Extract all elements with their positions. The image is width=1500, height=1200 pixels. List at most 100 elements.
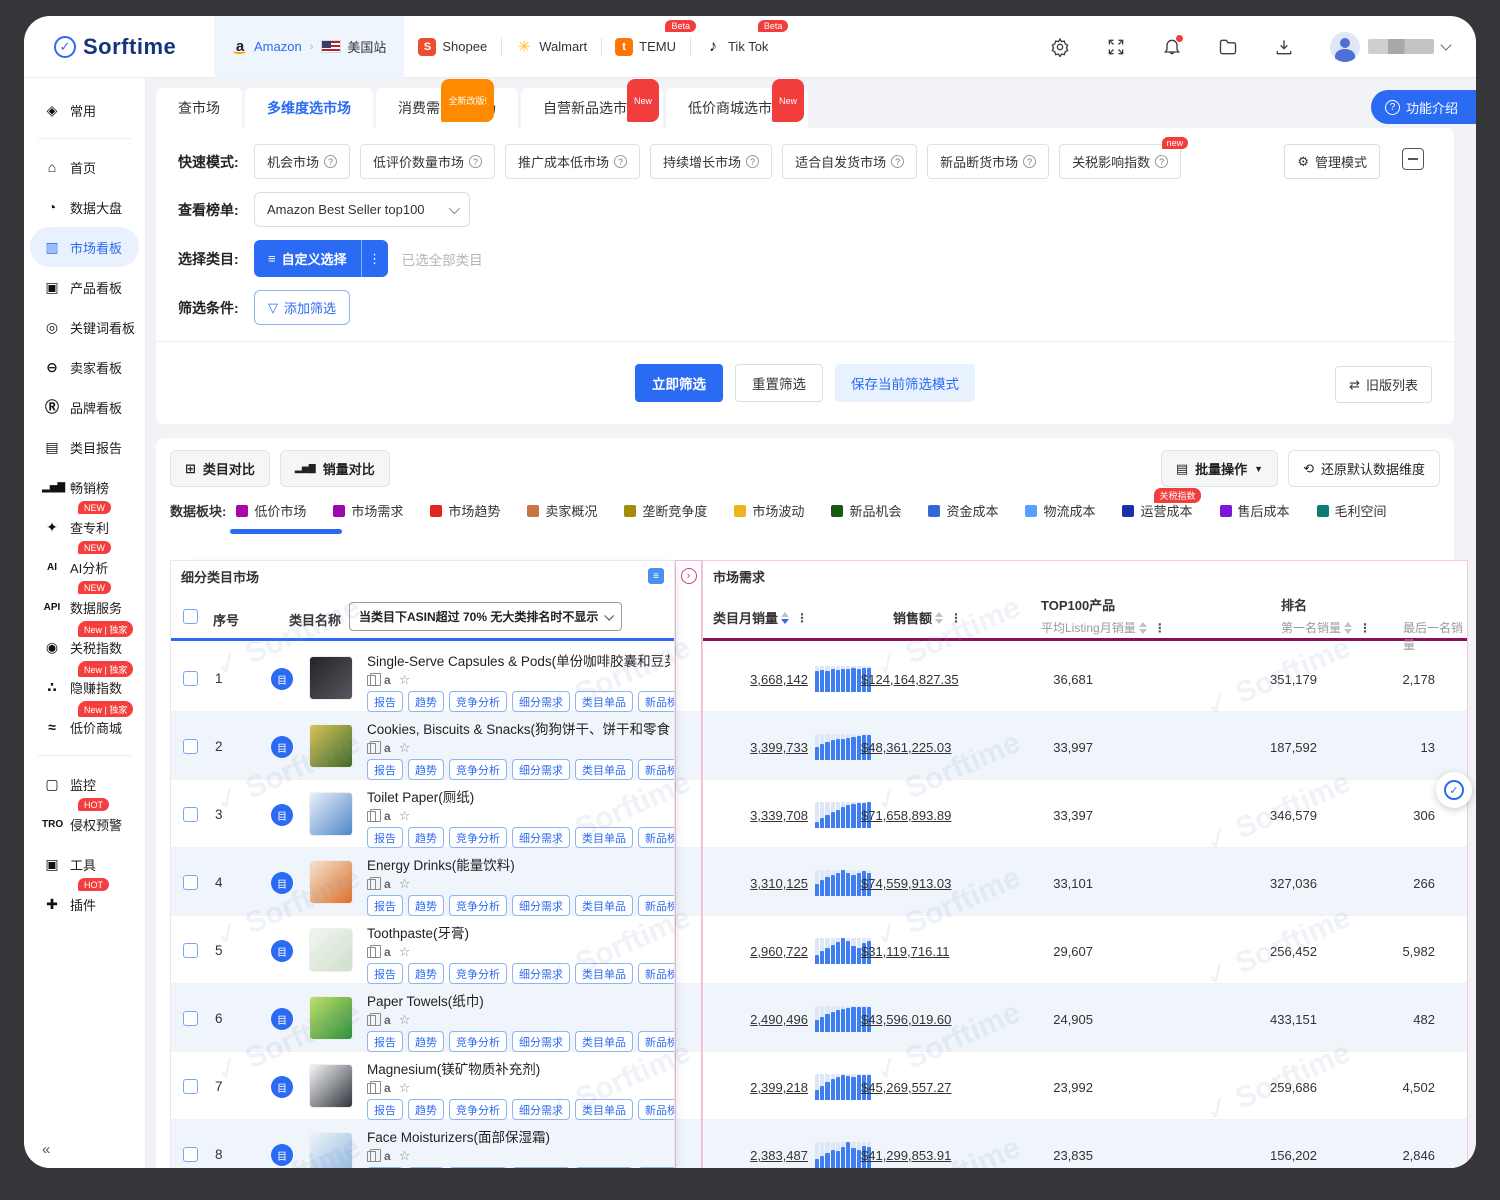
action-chip[interactable]: 竞争分析 (449, 827, 507, 848)
row-checkbox[interactable] (183, 807, 198, 822)
action-chip[interactable]: 竞争分析 (449, 1031, 507, 1052)
tab-multi-dim[interactable]: 多维度选市场 (245, 88, 373, 128)
monthly-sales-link[interactable]: 2,399,218 (703, 1080, 808, 1095)
monthly-sales-link[interactable]: 3,310,125 (703, 876, 808, 891)
action-chip[interactable]: 趋势 (408, 691, 444, 712)
copy-icon[interactable] (367, 879, 376, 890)
favorite-star-icon[interactable]: ☆ (399, 1080, 411, 1096)
favorite-star-icon[interactable]: ☆ (399, 1012, 411, 1028)
revenue-link[interactable]: $71,658,893.89 (861, 808, 951, 823)
sidebar-item-market-board[interactable]: ▥市场看板 (30, 227, 139, 267)
feature-intro-button[interactable]: ? 功能介绍 (1371, 90, 1476, 124)
sidebar-item-category-report[interactable]: ▤类目报告 (24, 427, 145, 467)
row-checkbox[interactable] (183, 739, 198, 754)
monthly-sales-link[interactable]: 3,399,733 (703, 740, 808, 755)
marketplace-shopee[interactable]: SShopee (404, 16, 501, 78)
collapse-sidebar-button[interactable]: « (42, 1141, 50, 1158)
action-chip[interactable]: 细分需求 (512, 963, 570, 984)
more-options-icon[interactable]: ⋮ (362, 240, 388, 277)
tab-consumer-demand[interactable]: 消费需求选市场全新改版! (376, 88, 518, 128)
notification-icon[interactable] (1162, 37, 1182, 57)
reset-filter-button[interactable]: 重置筛选 (735, 364, 823, 402)
copy-icon[interactable] (367, 1151, 376, 1162)
action-chip[interactable]: 趋势 (408, 895, 444, 916)
quick-mode-chip[interactable]: 关税影响指数?new (1059, 144, 1181, 179)
quick-mode-chip[interactable]: 适合自发货市场? (782, 144, 917, 179)
action-chip[interactable]: 新品榜 (638, 895, 674, 916)
action-chip[interactable]: 新品榜 (638, 759, 674, 780)
column-menu-icon[interactable]: ⋮ (1154, 621, 1166, 635)
name-filter-dropdown[interactable]: 当类目下ASIN超过 70% 无大类排名时不显示 (349, 602, 622, 631)
action-chip[interactable]: 细分需求 (512, 1167, 570, 1168)
sorftime-assistant-button[interactable]: ✓ (1436, 772, 1472, 808)
action-chip[interactable]: 新品榜 (638, 1167, 674, 1168)
avg-listing-header[interactable]: 平均Listing月销量 ⋮ (1041, 619, 1166, 636)
action-chip[interactable]: 类目单品 (575, 1099, 633, 1120)
horizontal-scrollbar[interactable] (170, 529, 1440, 534)
report-circle-icon[interactable]: 目 (271, 668, 293, 690)
favorite-star-icon[interactable]: ☆ (399, 876, 411, 892)
action-chip[interactable]: 竞争分析 (449, 691, 507, 712)
report-circle-icon[interactable]: 目 (271, 736, 293, 758)
action-chip[interactable]: 类目单品 (575, 963, 633, 984)
monthly-sales-header[interactable]: 类目月销量 ⋮ (713, 608, 808, 627)
quick-mode-chip[interactable]: 持续增长市场? (650, 144, 772, 179)
save-filter-mode-button[interactable]: 保存当前筛选模式 (835, 364, 975, 402)
row-checkbox[interactable] (183, 1079, 198, 1094)
select-all-checkbox[interactable] (183, 609, 198, 624)
action-chip[interactable]: 报告 (367, 759, 403, 780)
tab-low-price-select[interactable]: 低价商城选市场New (666, 88, 808, 128)
sidebar-item-product-board[interactable]: ▣产品看板 (24, 267, 145, 307)
column-menu-icon[interactable]: ⋮ (950, 611, 962, 625)
row-checkbox[interactable] (183, 671, 198, 686)
action-chip[interactable]: 竞争分析 (449, 1167, 507, 1168)
monthly-sales-link[interactable]: 3,668,142 (703, 672, 808, 687)
amazon-link-icon[interactable]: a (384, 1081, 391, 1095)
action-chip[interactable]: 细分需求 (512, 759, 570, 780)
action-chip[interactable]: 类目单品 (575, 895, 633, 916)
revenue-link[interactable]: $48,361,225.03 (861, 740, 951, 755)
action-chip[interactable]: 类目单品 (575, 1031, 633, 1052)
tab-check-market[interactable]: 查市场 (156, 88, 242, 128)
custom-category-button[interactable]: ≡自定义选择 ⋮ (254, 240, 388, 277)
action-chip[interactable]: 趋势 (408, 963, 444, 984)
sidebar-item-seller-board[interactable]: ⊖卖家看板 (24, 347, 145, 387)
amazon-link-icon[interactable]: a (384, 1149, 391, 1163)
action-chip[interactable]: 细分需求 (512, 1099, 570, 1120)
favorite-star-icon[interactable]: ☆ (399, 740, 411, 756)
restore-default-button[interactable]: ⟲ 还原默认数据维度 (1288, 450, 1440, 487)
revenue-link[interactable]: $124,164,827.35 (861, 672, 959, 687)
settings-icon[interactable] (1050, 37, 1070, 57)
action-chip[interactable]: 细分需求 (512, 1031, 570, 1052)
monthly-sales-link[interactable]: 2,960,722 (703, 944, 808, 959)
action-chip[interactable]: 报告 (367, 827, 403, 848)
row-checkbox[interactable] (183, 943, 198, 958)
action-chip[interactable]: 报告 (367, 691, 403, 712)
rank-select[interactable]: Amazon Best Seller top100 (254, 192, 470, 227)
sidebar-item-home[interactable]: ⌂首页 (24, 147, 145, 187)
sidebar-item-tro-warning[interactable]: TRO侵权预警HOT (24, 804, 145, 844)
action-chip[interactable]: 报告 (367, 895, 403, 916)
copy-icon[interactable] (367, 811, 376, 822)
action-chip[interactable]: 类目单品 (575, 1167, 633, 1168)
folder-icon[interactable] (1218, 37, 1238, 57)
amazon-link-icon[interactable]: a (384, 877, 391, 891)
copy-icon[interactable] (367, 1083, 376, 1094)
sidebar-item-keyword-board[interactable]: ◎关键词看板 (24, 307, 145, 347)
monthly-sales-link[interactable]: 2,490,496 (703, 1012, 808, 1027)
first-sales-header[interactable]: 第一名销量 ⋮ (1281, 619, 1371, 636)
action-chip[interactable]: 细分需求 (512, 827, 570, 848)
quick-mode-chip[interactable]: 推广成本低市场? (505, 144, 640, 179)
marketplace-walmart[interactable]: ✳Walmart (501, 16, 601, 78)
favorite-star-icon[interactable]: ☆ (399, 944, 411, 960)
action-chip[interactable]: 趋势 (408, 827, 444, 848)
action-chip[interactable]: 类目单品 (575, 691, 633, 712)
tab-self-new-product[interactable]: 自营新品选市场New (521, 88, 663, 128)
action-chip[interactable]: 竞争分析 (449, 895, 507, 916)
add-filter-button[interactable]: ▽ 添加筛选 (254, 290, 350, 325)
amazon-link-icon[interactable]: a (384, 945, 391, 959)
revenue-link[interactable]: $74,559,913.03 (861, 876, 951, 891)
report-circle-icon[interactable]: 目 (271, 804, 293, 826)
row-checkbox[interactable] (183, 875, 198, 890)
revenue-link[interactable]: $41,299,853.91 (861, 1148, 951, 1163)
